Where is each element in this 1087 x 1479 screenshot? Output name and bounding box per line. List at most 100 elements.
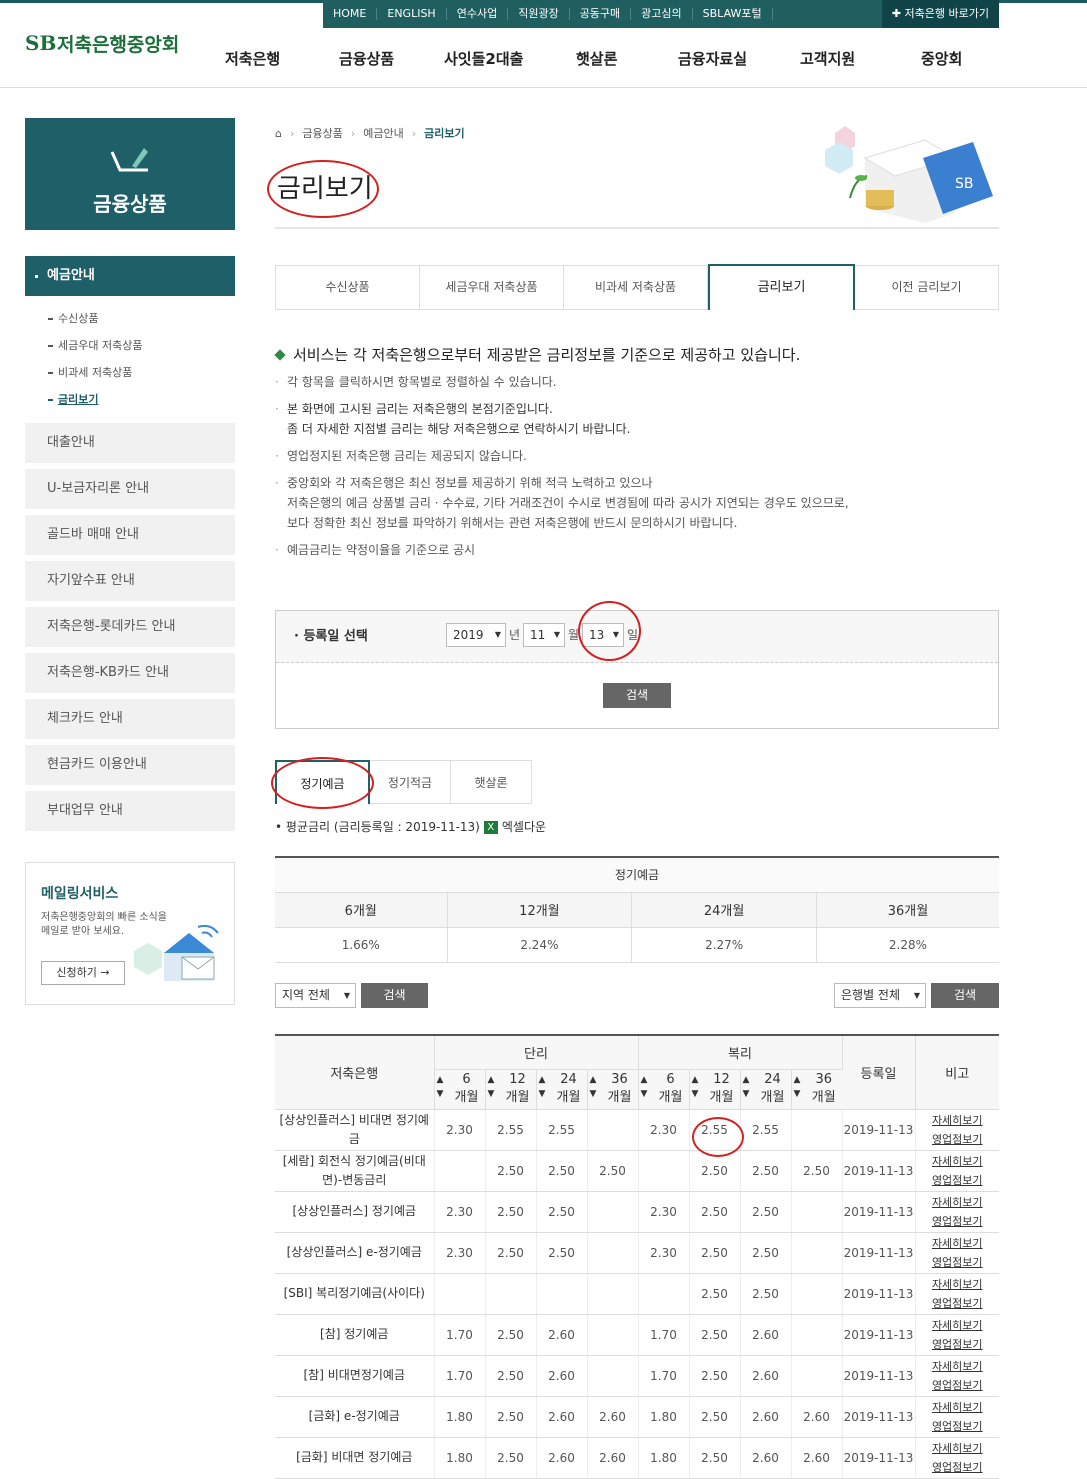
- nav-item[interactable]: 금융상품: [339, 48, 394, 69]
- util-link[interactable]: ✚ 저축은행 바로가기: [881, 0, 999, 28]
- rate-cell: 2.60: [587, 1437, 639, 1479]
- average-rate-caption: • 평균금리 (금리등록일 : 2019-11-13) X 엑셀다운: [275, 820, 547, 834]
- tab-deposit-products[interactable]: 수신상품: [276, 266, 420, 309]
- breadcrumb-item[interactable]: 예금안내: [363, 125, 403, 141]
- sort-arrows-icon[interactable]: ▲ ▼: [692, 1073, 699, 1101]
- year-select[interactable]: 2019: [446, 623, 506, 647]
- nav-item[interactable]: 햇살론: [576, 48, 617, 69]
- sort-col-header[interactable]: ▲ ▼ 36 개월: [587, 1069, 639, 1110]
- util-link[interactable]: 공동구매: [570, 8, 632, 20]
- sort-arrows-icon[interactable]: ▲ ▼: [539, 1073, 546, 1101]
- nav-item[interactable]: 저축은행: [225, 48, 280, 69]
- util-link[interactable]: 연수사업: [447, 8, 509, 20]
- util-link[interactable]: 광고심의: [631, 8, 693, 20]
- detail-link[interactable]: 자세히보기: [916, 1316, 1000, 1335]
- sort-col-header[interactable]: ▲ ▼ 36 개월: [791, 1069, 842, 1110]
- notice-bullet: 예금금리는 약정이율을 기준으로 공시: [275, 540, 475, 560]
- sort-col-header[interactable]: ▲ ▼ 6 개월: [434, 1069, 486, 1110]
- month-select[interactable]: 11: [523, 623, 565, 647]
- region-search-button[interactable]: 검색: [361, 983, 428, 1008]
- lnb-sub-item[interactable]: 비과세 저축상품: [48, 364, 132, 380]
- excel-download-link[interactable]: 엑셀다운: [502, 820, 546, 834]
- note-cell: 자세히보기 영업점보기: [915, 1314, 1000, 1356]
- nav-item[interactable]: 금융자료실: [678, 48, 747, 69]
- bank-select[interactable]: 은행별 전체: [834, 983, 926, 1008]
- branch-link[interactable]: 영업점보기: [916, 1212, 1000, 1231]
- util-link[interactable]: SBLAW포털: [693, 8, 773, 20]
- detail-link[interactable]: 자세히보기: [916, 1398, 1000, 1417]
- home-icon[interactable]: ⌂: [275, 127, 282, 140]
- rate-cell: [587, 1314, 639, 1356]
- lnb-item[interactable]: 체크카드 안내: [25, 699, 235, 739]
- rate-cell: 2.50: [689, 1314, 741, 1356]
- notice-bullet: 본 화면에 고시된 금리는 저축은행의 본점기준입니다. 좀 더 자세한 지점별…: [275, 399, 630, 439]
- sort-arrows-icon[interactable]: ▲ ▼: [488, 1073, 495, 1101]
- detail-link[interactable]: 자세히보기: [916, 1234, 1000, 1253]
- branch-link[interactable]: 영업점보기: [916, 1171, 1000, 1190]
- date-search-button[interactable]: 검색: [603, 683, 671, 708]
- lnb-sub-item-rates[interactable]: 금리보기: [48, 391, 98, 407]
- detail-link[interactable]: 자세히보기: [916, 1152, 1000, 1171]
- lnb-item[interactable]: 자기앞수표 안내: [25, 561, 235, 601]
- branch-link[interactable]: 영업점보기: [916, 1294, 1000, 1313]
- detail-link[interactable]: 자세히보기: [916, 1111, 1000, 1130]
- sort-col-header[interactable]: ▲ ▼ 24 개월: [536, 1069, 588, 1110]
- svg-text:SB: SB: [955, 176, 974, 192]
- tab-tax-free[interactable]: 비과세 저축상품: [564, 266, 708, 309]
- subtab-sunshine-loan[interactable]: 햇살론: [451, 760, 532, 804]
- sort-col-header[interactable]: ▲ ▼ 6 개월: [638, 1069, 690, 1110]
- lnb-sub-item[interactable]: 수신상품: [48, 310, 98, 326]
- sort-col-header[interactable]: ▲ ▼ 12 개월: [485, 1069, 537, 1110]
- nav-item[interactable]: 사잇돌2대출: [444, 48, 523, 69]
- detail-link[interactable]: 자세히보기: [916, 1193, 1000, 1212]
- lnb-item[interactable]: 저축은행-롯데카드 안내: [25, 607, 235, 647]
- nav-item[interactable]: 중앙회: [921, 48, 962, 69]
- sort-col-header[interactable]: ▲ ▼ 12 개월: [689, 1069, 741, 1110]
- branch-link[interactable]: 영업점보기: [916, 1376, 1000, 1395]
- rate-cell: 1.70: [638, 1314, 690, 1356]
- tab-tax-preferred[interactable]: 세금우대 저축상품: [420, 266, 564, 309]
- lnb-item[interactable]: 저축은행-KB카드 안내: [25, 653, 235, 693]
- col-date: 등록일: [842, 1035, 916, 1110]
- lnb-item[interactable]: 대출안내: [25, 423, 235, 463]
- tab-previous-rates[interactable]: 이전 금리보기: [855, 266, 998, 309]
- branch-link[interactable]: 영업점보기: [916, 1417, 1000, 1436]
- branch-link[interactable]: 영업점보기: [916, 1253, 1000, 1272]
- mailing-apply-button[interactable]: 신청하기 →: [41, 961, 125, 985]
- branch-link[interactable]: 영업점보기: [916, 1458, 1000, 1477]
- lnb-item-deposit[interactable]: 예금안내: [25, 256, 235, 296]
- rate-cell: 2.60: [740, 1396, 792, 1438]
- service-notice: 서비스는 각 저축은행으로부터 제공받은 금리정보를 기준으로 제공하고 있습니…: [275, 344, 800, 365]
- lnb-item[interactable]: U-보금자리론 안내: [25, 469, 235, 509]
- detail-link[interactable]: 자세히보기: [916, 1275, 1000, 1294]
- sort-col-header[interactable]: ▲ ▼ 24 개월: [740, 1069, 792, 1110]
- sort-arrows-icon[interactable]: ▲ ▼: [590, 1073, 597, 1101]
- lnb-item[interactable]: 부대업무 안내: [25, 791, 235, 831]
- sort-arrows-icon[interactable]: ▲ ▼: [437, 1073, 444, 1101]
- bank-search-button[interactable]: 검색: [931, 983, 999, 1008]
- detail-link[interactable]: 자세히보기: [916, 1357, 1000, 1376]
- lnb-sub-item[interactable]: 세금우대 저축상품: [48, 337, 142, 353]
- notice-bullet: 각 항목을 클릭하시면 항목별로 정렬하실 수 있습니다.: [275, 372, 557, 392]
- rate-cell: 2.50: [485, 1232, 537, 1274]
- detail-link[interactable]: 자세히보기: [916, 1439, 1000, 1458]
- excel-icon[interactable]: X: [483, 821, 498, 834]
- subtab-installment[interactable]: 정기적금: [370, 760, 451, 804]
- breadcrumb-item[interactable]: 금융상품: [302, 125, 342, 141]
- util-link[interactable]: HOME: [323, 8, 378, 20]
- region-select[interactable]: 지역 전체: [275, 983, 356, 1008]
- sort-arrows-icon[interactable]: ▲ ▼: [641, 1073, 648, 1101]
- lnb-item[interactable]: 골드바 매매 안내: [25, 515, 235, 555]
- lnb-item[interactable]: 현금카드 이용안내: [25, 745, 235, 785]
- col-simple: 단리: [434, 1035, 639, 1070]
- sort-arrows-icon[interactable]: ▲ ▼: [794, 1073, 801, 1101]
- tab-rates[interactable]: 금리보기: [708, 264, 855, 310]
- util-link[interactable]: ENGLISH: [377, 8, 447, 20]
- rate-cell: 2.60: [740, 1355, 792, 1397]
- breadcrumb: ⌂ › 금융상품 › 예금안내 › 금리보기: [275, 125, 465, 141]
- util-link[interactable]: 직원광장: [508, 8, 570, 20]
- branch-link[interactable]: 영업점보기: [916, 1130, 1000, 1149]
- sort-arrows-icon[interactable]: ▲ ▼: [743, 1073, 750, 1101]
- nav-item[interactable]: 고객지원: [800, 48, 855, 69]
- branch-link[interactable]: 영업점보기: [916, 1335, 1000, 1354]
